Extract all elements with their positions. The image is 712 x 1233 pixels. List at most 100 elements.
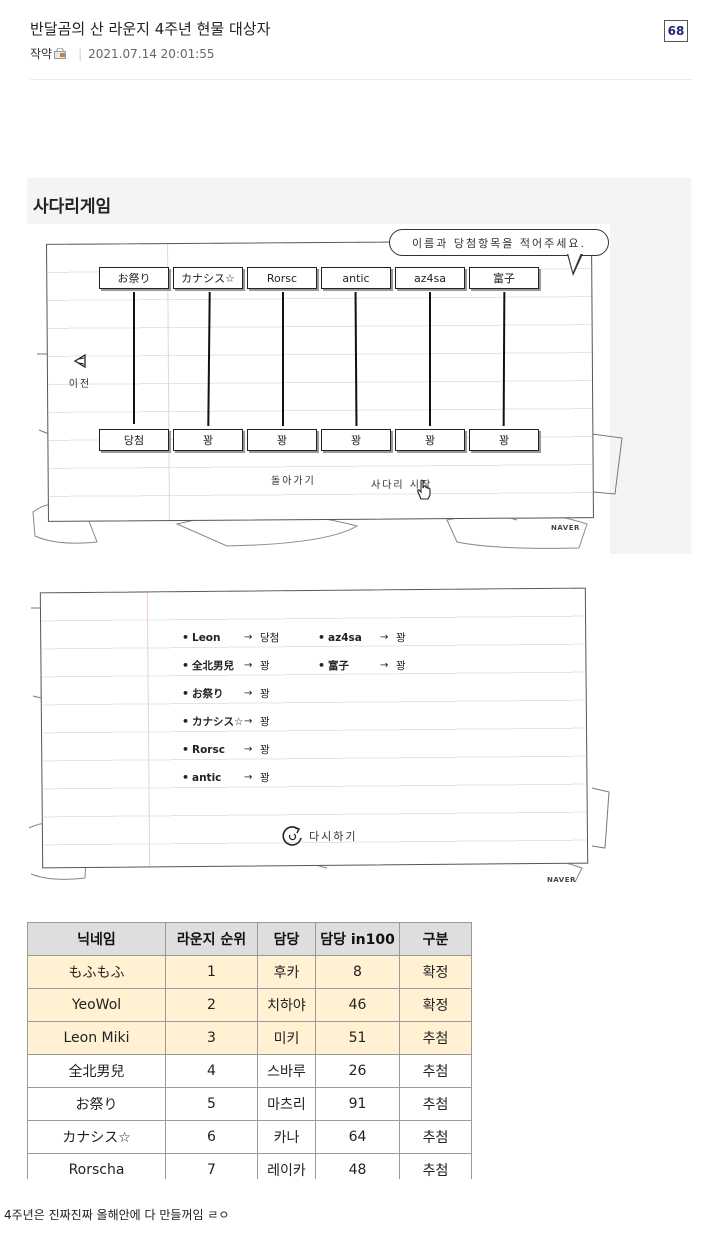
cell-rank: 5 <box>165 1087 258 1121</box>
result-name: antic <box>192 771 222 784</box>
post-meta: 작약 | 2021.07.14 20:01:55 <box>30 45 215 62</box>
ladder-name-box[interactable]: 富子 <box>469 267 539 289</box>
post-date: 2021.07.14 20:01:55 <box>88 46 215 61</box>
ladder-name-box[interactable]: カナシス☆ <box>173 267 243 289</box>
arrow: → <box>244 688 253 699</box>
result-row: • Leon → 당첨 <box>182 630 279 645</box>
result-name: カナシス☆ <box>192 716 244 728</box>
result-name: 富子 <box>328 660 349 672</box>
result-value: 꽝 <box>396 660 406 672</box>
ladder-prize-box[interactable]: 꽝 <box>395 429 465 451</box>
result-row: • Rorsc → 꽝 <box>182 742 270 757</box>
back-button[interactable]: 돌아가기 <box>271 472 316 487</box>
cell-rank: 2 <box>165 988 258 1022</box>
cell-idol-rank: 26 <box>315 1054 400 1088</box>
cell-category: 추첨 <box>399 1054 472 1088</box>
cell-idol: 스바루 <box>257 1054 316 1088</box>
table-row: Leon Miki 3 미키 51 추첨 <box>27 1021 472 1055</box>
ladder-prize-box[interactable]: 꽝 <box>173 429 243 451</box>
cell-idol: 치하야 <box>257 988 316 1022</box>
ladder-name-box[interactable]: az4sa <box>395 267 465 289</box>
ladder-line <box>282 292 284 426</box>
author-name[interactable]: 작약 <box>30 45 52 62</box>
arrow: → <box>244 632 253 643</box>
ladder-prize-box[interactable]: 꽝 <box>469 429 539 451</box>
table-header-row: 닉네임 라운지 순위 담당 담당 in100 구분 <box>27 922 472 956</box>
ladder-name-box[interactable]: antic <box>321 267 391 289</box>
post-header: 반달곰의 산 라운지 4주년 현물 대상자 작약 | 2021.07.14 20… <box>30 18 692 80</box>
bullet: • <box>182 743 190 756</box>
result-value: 꽝 <box>260 716 270 728</box>
arrow: → <box>380 632 389 643</box>
cell-rank: 3 <box>165 1021 258 1055</box>
bullet: • <box>182 631 190 644</box>
cell-category: 추첨 <box>399 1087 472 1121</box>
hand-pointer-icon <box>417 479 431 500</box>
ladder-prize-box[interactable]: 꽝 <box>247 429 317 451</box>
table-row: もふもふ 1 후카 8 확정 <box>27 955 472 989</box>
arrow: → <box>244 716 253 727</box>
retry-button[interactable]: 다시하기 <box>281 824 357 848</box>
cell-idol: 카나 <box>257 1120 316 1154</box>
result-row: • 全北男兒 → 꽝 <box>182 658 270 673</box>
column-header-lounge-rank: 라운지 순위 <box>165 922 258 956</box>
ladder-name-box[interactable]: Rorsc <box>247 267 317 289</box>
member-level-icon <box>54 48 67 59</box>
post-title: 반달곰의 산 라운지 4주년 현물 대상자 <box>30 20 271 38</box>
cell-nickname: YeoWol <box>27 988 166 1022</box>
cell-idol: 미키 <box>257 1021 316 1055</box>
speaker-back-icon <box>73 354 86 368</box>
result-name: お祭り <box>192 688 224 700</box>
result-value: 꽝 <box>260 688 270 700</box>
ladder-prize-box[interactable]: 당첨 <box>99 429 169 451</box>
ladder-line <box>133 292 135 424</box>
result-value: 꽝 <box>260 660 270 672</box>
cell-category: 확정 <box>399 988 472 1022</box>
naver-watermark: NAVER <box>551 524 580 532</box>
table-row: カナシス☆ 6 카나 64 추첨 <box>27 1120 472 1154</box>
cell-idol-rank: 51 <box>315 1021 400 1055</box>
bullet: • <box>182 687 190 700</box>
bullet: • <box>182 715 190 728</box>
result-name: Rorsc <box>192 743 225 756</box>
result-value: 꽝 <box>396 632 406 644</box>
cell-nickname: 全北男兒 <box>27 1054 166 1088</box>
cell-category: 추첨 <box>399 1021 472 1055</box>
column-header-idol-rank: 담당 in100 <box>315 922 400 956</box>
ladder-name-box[interactable]: お祭り <box>99 267 169 289</box>
result-value: 꽝 <box>260 772 270 784</box>
cell-nickname: もふもふ <box>27 955 166 989</box>
result-name: 全北男兒 <box>192 660 234 672</box>
result-row: • カナシス☆ → 꽝 <box>182 714 270 729</box>
cell-nickname: Leon Miki <box>27 1021 166 1055</box>
cell-category: 추첨 <box>399 1120 472 1154</box>
table-row: YeoWol 2 치하야 46 확정 <box>27 988 472 1022</box>
cell-category: 확정 <box>399 955 472 989</box>
cell-idol-rank: 8 <box>315 955 400 989</box>
post-body-text: 4주년은 진짜진짜 올해안에 다 만들꺼임 ㄹㅇ <box>4 1208 230 1222</box>
result-row: • お祭り → 꽝 <box>182 686 270 701</box>
retry-icon <box>282 826 302 846</box>
retry-label: 다시하기 <box>309 830 358 843</box>
arrow: → <box>244 660 253 671</box>
result-name: az4sa <box>328 631 362 644</box>
winners-table: 닉네임 라운지 순위 담당 담당 in100 구분 もふもふ 1 후카 8 확정… <box>27 922 472 1187</box>
cell-idol-rank: 46 <box>315 988 400 1022</box>
column-header-nickname: 닉네임 <box>27 922 166 956</box>
prev-button[interactable]: 이전 <box>65 354 95 391</box>
cell-rank: 1 <box>165 955 258 989</box>
ladder-prize-box[interactable]: 꽝 <box>321 429 391 451</box>
result-value: 꽝 <box>260 744 270 756</box>
arrow: → <box>244 744 253 755</box>
ladder-line <box>429 292 431 426</box>
result-row: • antic → 꽝 <box>182 770 270 785</box>
cell-idol: 마츠리 <box>257 1087 316 1121</box>
arrow: → <box>244 772 253 783</box>
bullet: • <box>318 659 326 672</box>
ladder-result-image: • Leon → 당첨 • 全北男兒 → 꽝 • お祭り → 꽝 • カナシス☆… <box>27 578 621 886</box>
speech-bubble-tail-fill <box>568 253 581 272</box>
column-header-category: 구분 <box>399 922 472 956</box>
comment-count-badge[interactable]: 68 <box>664 20 688 42</box>
speech-bubble: 이름과 당첨항목을 적어주세요. <box>389 229 609 256</box>
column-header-idol: 담당 <box>257 922 316 956</box>
